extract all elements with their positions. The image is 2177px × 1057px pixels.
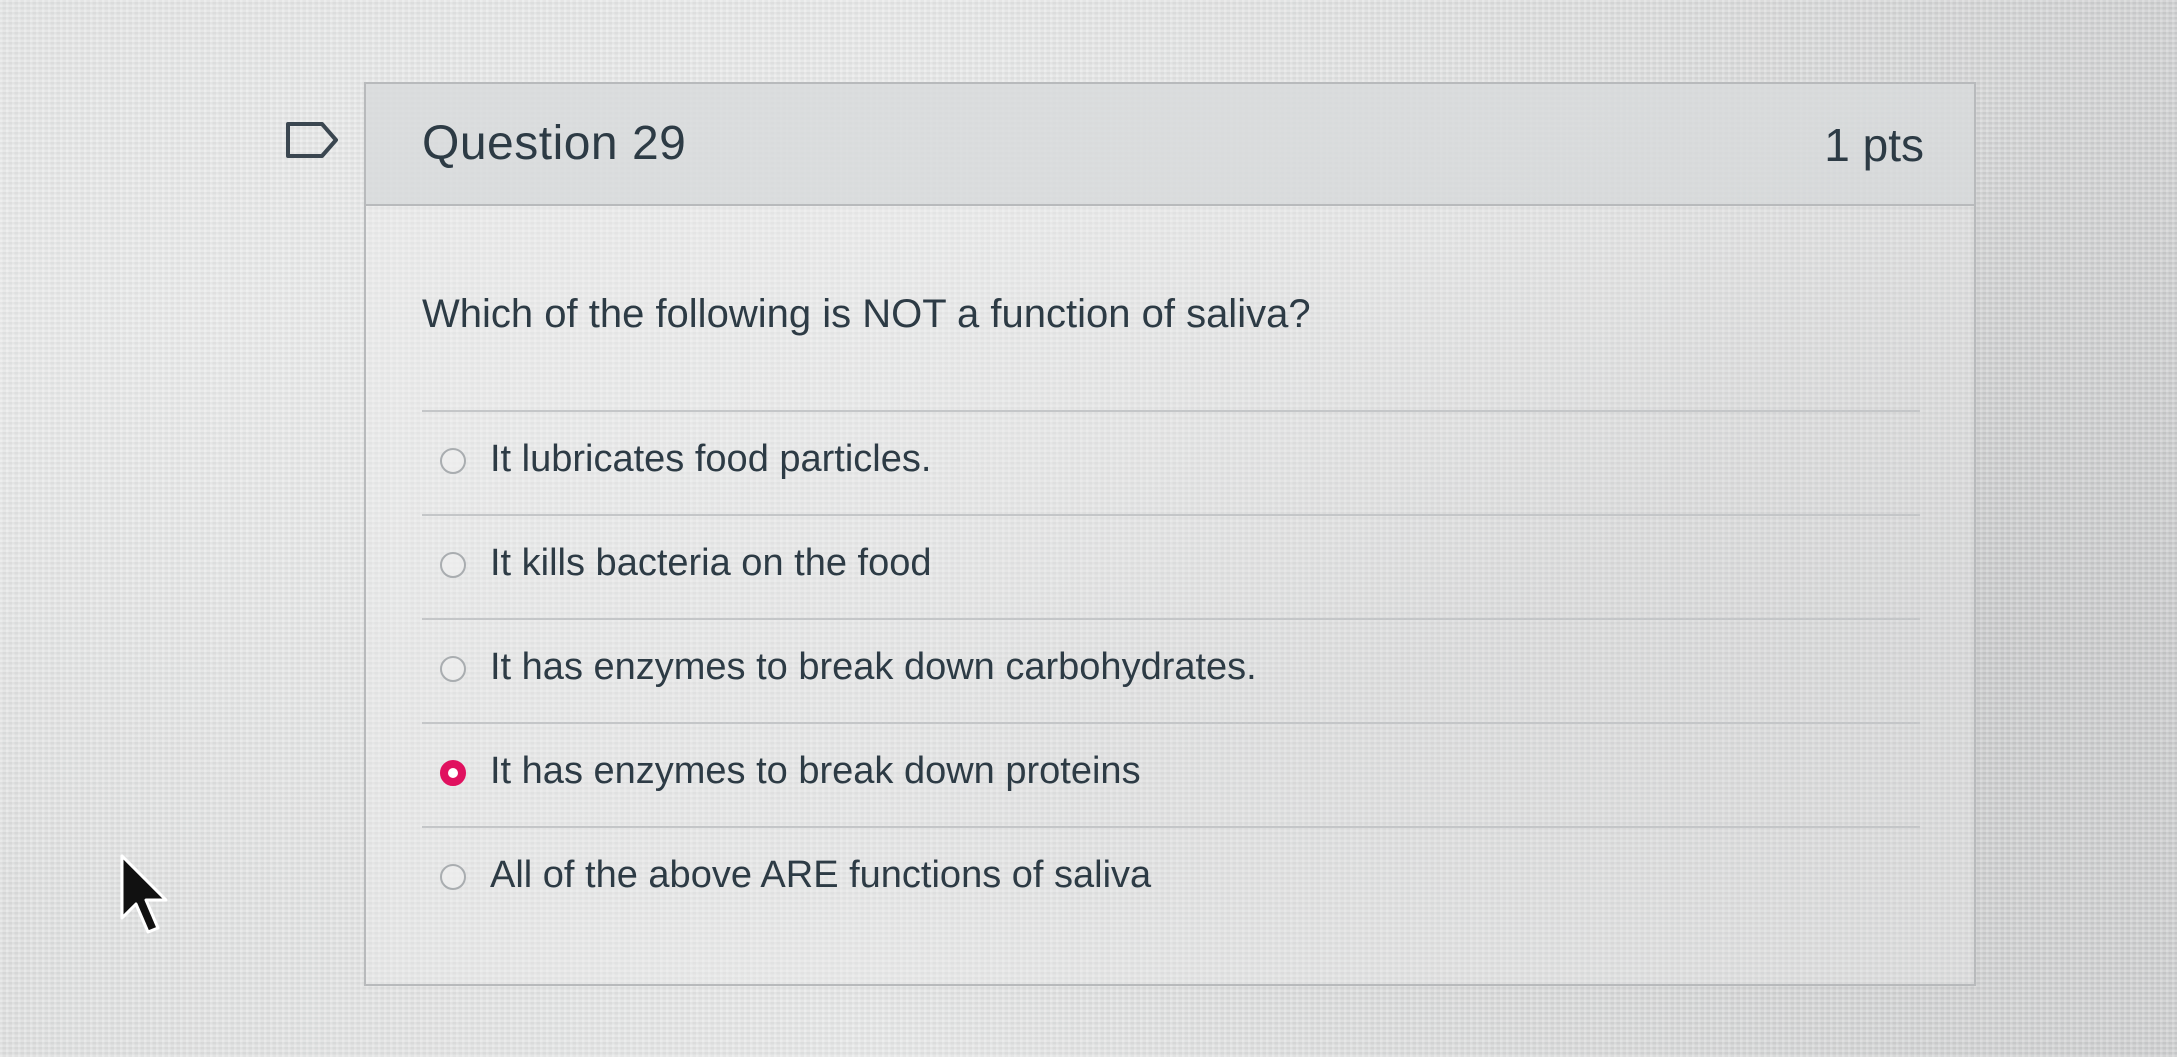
question-prompt: Which of the following is NOT a function… — [422, 292, 1311, 336]
question-title: Question 29 — [422, 117, 687, 170]
answer-option-5[interactable]: All of the above ARE functions of saliva — [422, 826, 1920, 930]
radio-button[interactable] — [440, 864, 466, 890]
answer-option-2[interactable]: It kills bacteria on the food — [422, 514, 1920, 618]
answer-label[interactable]: It has enzymes to break down carbohydrat… — [490, 646, 1257, 689]
answer-list: It lubricates food particles. It kills b… — [422, 410, 1920, 930]
radio-button[interactable] — [440, 552, 466, 578]
mouse-pointer-icon — [120, 854, 168, 934]
answer-label[interactable]: All of the above ARE functions of saliva — [490, 854, 1151, 897]
answer-label[interactable]: It lubricates food particles. — [490, 438, 931, 481]
flag-question-icon[interactable] — [284, 120, 340, 160]
answer-label[interactable]: It has enzymes to break down proteins — [490, 750, 1141, 793]
answer-option-4[interactable]: It has enzymes to break down proteins — [422, 722, 1920, 826]
answer-option-3[interactable]: It has enzymes to break down carbohydrat… — [422, 618, 1920, 722]
question-card: Question 29 1 pts Which of the following… — [364, 82, 1976, 986]
question-points: 1 pts — [1824, 119, 1924, 171]
radio-button[interactable] — [440, 656, 466, 682]
question-header: Question 29 1 pts — [366, 84, 1974, 206]
radio-button[interactable] — [440, 448, 466, 474]
answer-option-1[interactable]: It lubricates food particles. — [422, 410, 1920, 514]
answer-label[interactable]: It kills bacteria on the food — [490, 542, 931, 585]
radio-button-selected[interactable] — [440, 760, 466, 786]
